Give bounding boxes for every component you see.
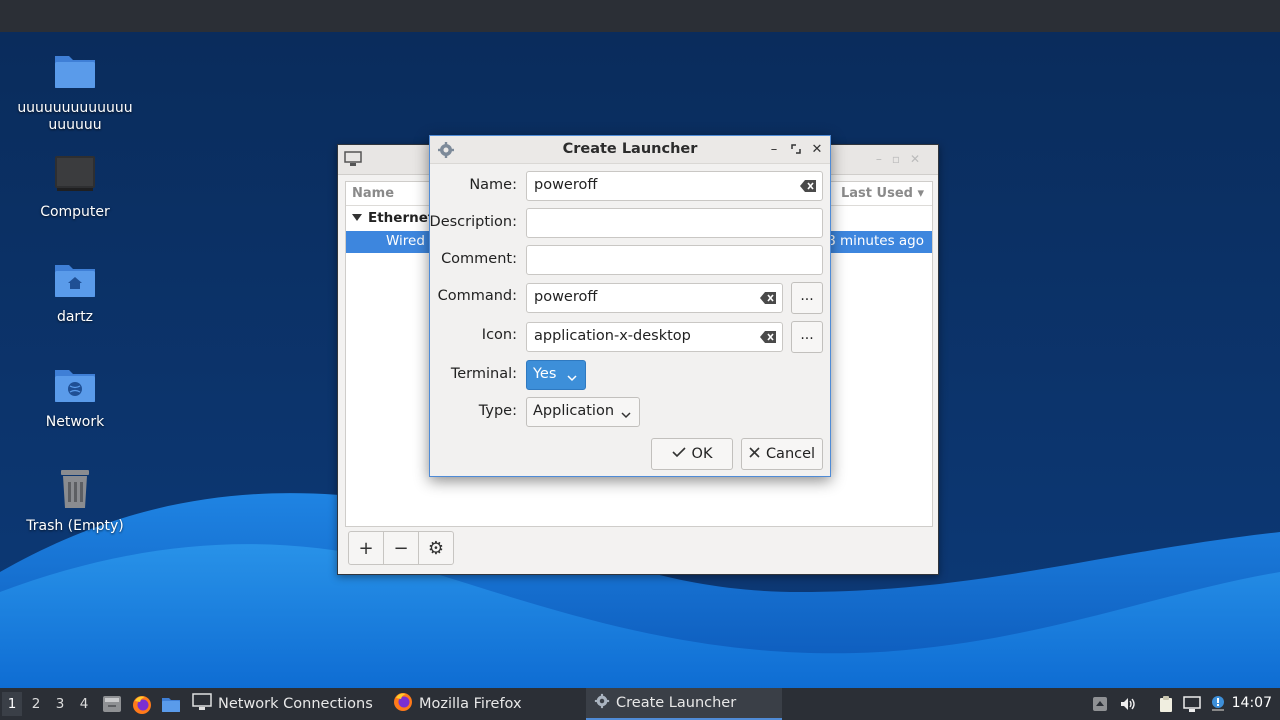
- comment-label: Comment:: [441, 251, 517, 267]
- cancel-button[interactable]: Cancel: [741, 438, 823, 470]
- desktop-icon-label: dartz: [56, 309, 94, 325]
- cancel-button-label: Cancel: [765, 446, 816, 462]
- folder-icon: [53, 50, 97, 94]
- launcher-gear-icon: [594, 693, 610, 713]
- desktop-icon-home[interactable]: dartz: [15, 259, 135, 326]
- task-label: Mozilla Firefox: [419, 696, 522, 712]
- name-value: poweroff: [534, 177, 598, 193]
- icon-label: Icon:: [481, 327, 517, 343]
- network-folder-icon: [53, 364, 97, 408]
- icon-value: application-x-desktop: [534, 328, 691, 344]
- task-network-connections[interactable]: Network Connections: [192, 688, 373, 720]
- tray-arrow-icon[interactable]: [1091, 695, 1109, 713]
- chevron-down-icon: [567, 371, 577, 382]
- desktop-icon-label: Computer: [40, 204, 110, 220]
- task-label: Create Launcher: [616, 695, 737, 711]
- clear-text-icon[interactable]: [760, 331, 776, 343]
- task-mozilla-firefox[interactable]: Mozilla Firefox: [393, 688, 522, 720]
- description-input[interactable]: [526, 208, 823, 238]
- volume-icon[interactable]: [1119, 695, 1137, 713]
- terminal-value: Yes: [533, 366, 557, 382]
- gear-icon: ⚙: [427, 537, 445, 559]
- desktop-icon-folder[interactable]: uuuuuuuuuuuuuuuuuuu: [15, 50, 135, 134]
- ok-button-label: OK: [691, 446, 713, 462]
- remove-connection-button[interactable]: −: [383, 531, 419, 565]
- network-connections-icon: [192, 693, 212, 715]
- clipboard-icon[interactable]: [1157, 695, 1175, 713]
- add-connection-button[interactable]: +: [348, 531, 384, 565]
- description-label: Description:: [429, 214, 517, 230]
- type-select[interactable]: Application: [526, 397, 640, 427]
- clear-text-icon[interactable]: [800, 180, 816, 192]
- minimize-icon[interactable]: –: [765, 140, 783, 158]
- create-launcher-dialog[interactable]: Create Launcher – ✕ Name: poweroff Descr…: [429, 135, 831, 477]
- expander-arrow-icon[interactable]: [352, 214, 362, 221]
- column-header-last-used[interactable]: Last Used ▾: [841, 186, 924, 201]
- show-desktop-icon[interactable]: [102, 695, 122, 713]
- workspace-3-button[interactable]: 3: [50, 696, 70, 712]
- network-status-icon[interactable]: [1183, 695, 1201, 713]
- terminal-select[interactable]: Yes: [526, 360, 586, 390]
- trash-icon: [53, 468, 97, 512]
- name-input[interactable]: poweroff: [526, 171, 823, 201]
- column-header-name[interactable]: Name: [352, 186, 394, 201]
- home-folder-icon: [53, 259, 97, 303]
- desktop-icon-network[interactable]: Network: [15, 364, 135, 431]
- cancel-x-icon: [749, 446, 760, 462]
- window-controls[interactable]: –▫✕: [876, 152, 930, 166]
- icon-input[interactable]: application-x-desktop: [526, 322, 783, 352]
- checkmark-icon: [671, 446, 686, 462]
- command-value: poweroff: [534, 289, 598, 305]
- browse-command-button[interactable]: ...: [791, 282, 823, 314]
- desktop-icon-computer[interactable]: Computer: [15, 154, 135, 221]
- dialog-titlebar[interactable]: Create Launcher – ✕: [430, 136, 830, 164]
- task-create-launcher[interactable]: Create Launcher: [586, 688, 782, 720]
- maximize-icon[interactable]: [787, 140, 805, 158]
- close-icon[interactable]: ✕: [808, 140, 826, 158]
- connection-last-used: 8 minutes ago: [827, 233, 924, 249]
- type-label: Type:: [478, 403, 517, 419]
- computer-icon: [53, 154, 97, 198]
- chevron-down-icon: [621, 408, 631, 419]
- command-label: Command:: [437, 288, 517, 304]
- type-value: Application: [533, 403, 615, 419]
- group-label: Ethernet: [368, 210, 435, 226]
- desktop-icon-label: Network: [45, 414, 105, 430]
- desktop-icon-label: Trash (Empty): [26, 518, 124, 534]
- connection-name: Wired: [386, 233, 425, 249]
- task-label: Network Connections: [218, 696, 373, 712]
- file-manager-launcher-icon[interactable]: [161, 695, 181, 713]
- notification-icon[interactable]: [1209, 695, 1227, 713]
- connections-toolbar: + − ⚙: [348, 531, 454, 565]
- workspace-4-button[interactable]: 4: [74, 696, 94, 712]
- network-connections-icon: [344, 151, 362, 171]
- taskbar: 1 2 3 4 Network Connections Mozilla Fire…: [0, 688, 1280, 720]
- clear-text-icon[interactable]: [760, 292, 776, 304]
- workspace-2-button[interactable]: 2: [26, 696, 46, 712]
- clock[interactable]: 14:07: [1232, 695, 1272, 711]
- desktop-icon-label: uuuuuuuuuuuuuuuuuuu: [17, 100, 133, 133]
- firefox-icon: [393, 692, 413, 716]
- comment-input[interactable]: [526, 245, 823, 275]
- terminal-label: Terminal:: [450, 366, 517, 382]
- workspace-1-button[interactable]: 1: [2, 692, 22, 716]
- top-panel: [0, 0, 1280, 32]
- command-input[interactable]: poweroff: [526, 283, 783, 313]
- desktop-icon-trash[interactable]: Trash (Empty): [15, 468, 135, 535]
- name-label: Name:: [469, 177, 517, 193]
- browse-icon-button[interactable]: ...: [791, 321, 823, 353]
- ok-button[interactable]: OK: [651, 438, 733, 470]
- edit-connection-button[interactable]: ⚙: [418, 531, 454, 565]
- firefox-launcher-icon[interactable]: [132, 695, 152, 714]
